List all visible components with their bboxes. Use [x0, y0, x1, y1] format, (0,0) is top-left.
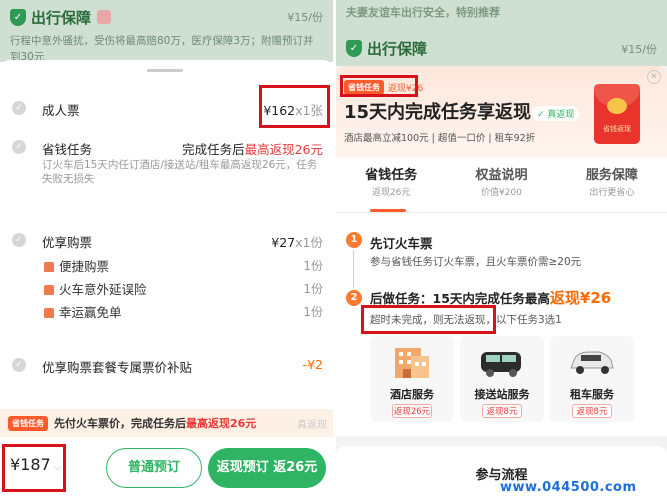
- tag-icon: [97, 10, 112, 24]
- shield-icon: ✓: [346, 40, 362, 57]
- service-car-rental[interactable]: 租车服务 返现8元: [550, 336, 634, 422]
- promo-title: 15天内完成任务享返现: [344, 102, 532, 123]
- step-desc: 参与省钱任务订火车票，且火车票价需≥20元: [370, 256, 582, 268]
- savings-task-desc: 订火车后15天内任订酒店/接送站/租车最高返现26元，任务失败无损失: [42, 159, 318, 185]
- top-slogan: 夫妻友谊车出行安全，特别推荐: [346, 6, 500, 19]
- adult-ticket-label: 成人票: [42, 103, 80, 118]
- house-icon: [44, 285, 54, 295]
- shield-icon: ✓: [10, 8, 26, 26]
- highlight-box: [2, 444, 66, 492]
- check-icon[interactable]: ✓: [12, 140, 26, 154]
- insurance-title: 出行保障: [367, 40, 428, 58]
- tab-bar: 省钱任务 返现26元 权益说明 价值¥200 服务保障 出行更省心: [336, 164, 667, 208]
- insurance-price: ¥15/份: [621, 42, 657, 56]
- van-icon: [481, 352, 521, 377]
- highlight-box: [259, 85, 330, 128]
- car-icon: [570, 351, 614, 374]
- banner-text: 先付火车票价，完成任务后最高返现26元: [54, 417, 257, 430]
- check-icon: ✓: [12, 358, 26, 372]
- highlight-box: [361, 305, 496, 334]
- step-title: 先订火车票: [370, 236, 433, 251]
- feature-qty: 1份: [303, 259, 323, 273]
- house-icon: [44, 262, 54, 272]
- normal-book-button[interactable]: 普通预订: [106, 448, 202, 488]
- insurance-price: ¥15/份: [287, 11, 323, 24]
- tab-savings-task[interactable]: 省钱任务 返现26元: [336, 164, 446, 208]
- promo-desc: 酒店最高立减100元 | 超值一口价 | 租车92折: [344, 133, 536, 144]
- savings-task-label: 省钱任务: [42, 142, 93, 157]
- savings-task-modal: 省钱任务 返现¥26 15天内完成任务享返现 ✓ 真返现 酒店最高立减100元 …: [336, 66, 667, 500]
- savings-task-value: 完成任务后最高返现26元: [182, 142, 323, 157]
- service-name: 接送站服务: [474, 388, 530, 401]
- insurance-title: 出行保障: [31, 8, 92, 27]
- check-icon: ✓: [12, 101, 26, 115]
- check-icon[interactable]: ✓: [12, 233, 26, 247]
- service-return: 返现26元: [392, 404, 432, 418]
- envelope-text: 省钱返现: [603, 125, 631, 133]
- real-cashback-pill: ✓ 真返现: [532, 106, 580, 121]
- insurance-card-bg: ✓ 出行保障 ¥15/份 行程中意外骚扰，受伤将最高赔80万，医疗保障3万；附赠…: [0, 0, 333, 63]
- feature-qty: 1份: [303, 282, 323, 296]
- service-transfer[interactable]: 接送站服务 返现8元: [460, 336, 544, 422]
- subsidy-label: 优享购票套餐专属票价补贴: [42, 360, 193, 375]
- drag-handle[interactable]: [147, 69, 183, 72]
- red-envelope-icon: 省钱返现: [594, 84, 640, 144]
- left-panel: ✓ 出行保障 ¥15/份 行程中意外骚扰，受伤将最高赔80万，医疗保障3万；附赠…: [0, 0, 333, 500]
- subsidy-value: -¥2: [302, 357, 323, 372]
- tab-service[interactable]: 服务保障 出行更省心: [557, 164, 667, 208]
- tab-benefits[interactable]: 权益说明 价值¥200: [446, 164, 556, 208]
- hotel-icon: [395, 348, 429, 378]
- preferred-label: 优享购票: [42, 235, 93, 250]
- feature-item: 火车意外延误险: [44, 279, 147, 298]
- step-number: 1: [346, 232, 362, 248]
- feature-qty: 1份: [303, 305, 323, 319]
- savings-badge: 省钱任务: [8, 415, 48, 431]
- highlight-box: [340, 75, 418, 97]
- service-return: 返现8元: [572, 404, 612, 418]
- house-icon: [44, 308, 54, 318]
- service-return: 返现8元: [482, 404, 522, 418]
- feature-item: 幸运赢免单: [44, 302, 122, 321]
- banner-ghost-label: 真返现: [297, 419, 327, 431]
- service-name: 酒店服务: [390, 388, 434, 401]
- close-icon[interactable]: ✕: [647, 70, 661, 84]
- cashback-book-button[interactable]: 返现预订 返26元: [208, 448, 326, 488]
- step-number: 2: [346, 290, 362, 306]
- feature-item: 便捷购票: [44, 256, 109, 275]
- savings-banner: 省钱任务 先付火车票价，完成任务后最高返现26元 真返现: [0, 409, 333, 437]
- right-panel: 夫妻友谊车出行安全，特别推荐 ✓ 出行保障 ¥15/份 省钱任务 返现¥26 1…: [336, 0, 667, 500]
- watermark: www.044500.com: [500, 480, 637, 495]
- preferred-price: ¥27x1份: [271, 235, 323, 250]
- insurance-card-bg: 夫妻友谊车出行安全，特别推荐 ✓ 出行保障 ¥15/份: [336, 0, 667, 66]
- tab-divider: [336, 212, 667, 213]
- service-hotel[interactable]: 酒店服务 返现26元: [370, 336, 454, 422]
- step-connector: [353, 250, 354, 288]
- service-name: 租车服务: [570, 388, 614, 401]
